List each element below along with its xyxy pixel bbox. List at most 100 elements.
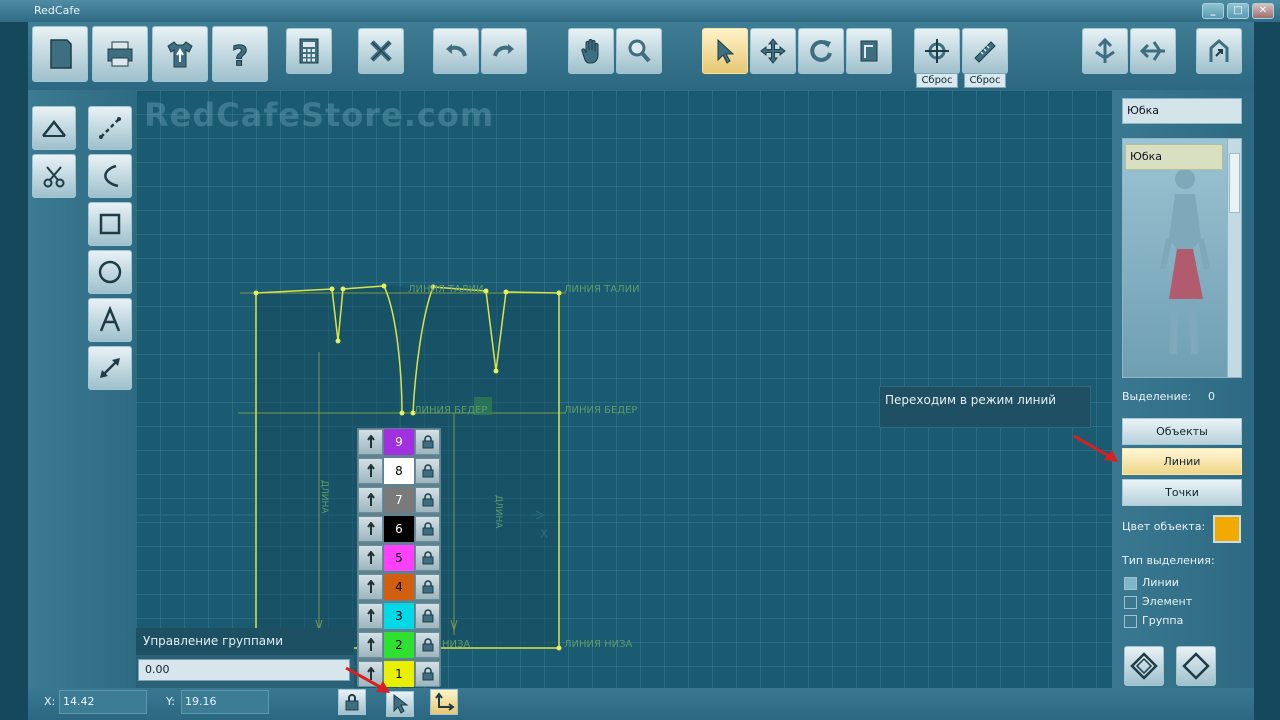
layer-lock-icon[interactable] — [415, 603, 440, 629]
corner-shape-icon — [860, 40, 878, 62]
text-tool-button[interactable] — [88, 298, 132, 342]
rotate-icon — [810, 39, 832, 62]
lines-mode-button[interactable]: Линии — [1122, 448, 1242, 475]
layer-lock-icon[interactable] — [415, 545, 440, 571]
rotate-tool-button[interactable] — [798, 28, 844, 74]
rectangle-tool-button[interactable] — [88, 202, 132, 246]
layer-number[interactable]: 8 — [384, 458, 414, 484]
reset-button-1[interactable]: Сброс — [916, 73, 958, 88]
object-name-field[interactable]: Юбка — [1122, 98, 1242, 124]
minimize-button[interactable]: _ — [1202, 3, 1224, 19]
layer-number[interactable]: 6 — [384, 516, 414, 542]
line-tool-button[interactable] — [88, 106, 132, 150]
layer-pin-icon[interactable] — [358, 603, 383, 629]
layer-row[interactable]: 7 — [357, 486, 441, 514]
pan-button[interactable] — [568, 28, 614, 74]
layer-number[interactable]: 5 — [384, 545, 414, 571]
layer-lock-icon[interactable] — [415, 429, 440, 455]
zoom-button[interactable] — [616, 28, 662, 74]
curve-tool-button[interactable] — [88, 154, 132, 198]
element-type-checkbox[interactable] — [1124, 596, 1137, 609]
layer-lock-icon[interactable] — [415, 661, 440, 687]
exit-button[interactable] — [1196, 28, 1242, 74]
undo-button[interactable] — [433, 28, 479, 74]
layer-row[interactable]: 2 — [357, 631, 441, 659]
layer-number[interactable]: 3 — [384, 603, 414, 629]
garment-button[interactable] — [152, 26, 208, 82]
maximize-button[interactable]: □ — [1227, 3, 1249, 19]
layer-lock-icon[interactable] — [415, 632, 440, 658]
mirror-tool-button[interactable] — [846, 28, 892, 74]
x-coordinate-value: 14.42 — [59, 690, 147, 714]
curve-icon — [104, 164, 119, 188]
object-list-item[interactable]: Юбка — [1125, 144, 1223, 170]
layer-lock-icon[interactable] — [415, 487, 440, 513]
layer-number[interactable]: 9 — [384, 429, 414, 455]
object-color-label: Цвет объекта: — [1122, 520, 1206, 533]
document-icon — [50, 39, 72, 69]
horizontal-axis-icon — [1139, 41, 1165, 61]
layer-row[interactable]: 3 — [357, 602, 441, 630]
layer-pin-icon[interactable] — [358, 574, 383, 600]
layer-row[interactable]: 4 — [357, 573, 441, 601]
node-transform-button[interactable] — [1124, 646, 1164, 686]
layer-pin-icon[interactable] — [358, 516, 383, 542]
delete-button[interactable] — [358, 28, 404, 74]
calculator-icon — [299, 38, 319, 64]
group-type-checkbox[interactable] — [1124, 615, 1137, 628]
dart-tool-button[interactable] — [32, 106, 76, 150]
print-button[interactable] — [92, 26, 148, 82]
snap-tool-button[interactable] — [914, 28, 960, 74]
layer-pin-icon[interactable] — [358, 545, 383, 571]
layer-row[interactable]: 5 — [357, 544, 441, 572]
dart-triangle-icon — [42, 119, 66, 137]
dimension-tool-button[interactable] — [88, 346, 132, 390]
measure-tool-button[interactable] — [962, 28, 1008, 74]
shirt-icon — [167, 41, 193, 68]
question-mark-icon: ? — [231, 39, 248, 73]
horizontal-symmetry-button[interactable] — [1130, 28, 1176, 74]
layer-number[interactable]: 4 — [384, 574, 414, 600]
layer-lock-icon[interactable] — [415, 458, 440, 484]
layer-pin-icon[interactable] — [358, 487, 383, 513]
layer-number[interactable]: 2 — [384, 632, 414, 658]
select-tool-button[interactable] — [702, 28, 748, 74]
right-length-label: ДЛИНА — [493, 495, 503, 529]
circle-tool-button[interactable] — [88, 250, 132, 294]
close-button[interactable]: ✕ — [1252, 3, 1274, 19]
dashed-line-icon — [99, 117, 121, 139]
layer-lock-icon[interactable] — [415, 516, 440, 542]
vertical-symmetry-button[interactable] — [1082, 28, 1128, 74]
rectangle-icon — [99, 213, 121, 235]
redo-button[interactable] — [481, 28, 527, 74]
calculator-button[interactable] — [286, 28, 332, 74]
group-value-input[interactable]: 0.00 — [138, 659, 350, 681]
scrollbar-thumb[interactable] — [1229, 153, 1240, 213]
window-title: RedCafe — [34, 4, 80, 17]
snap-origin-button[interactable] — [430, 689, 458, 715]
layer-row[interactable]: 6 — [357, 515, 441, 543]
layer-row[interactable]: 8 — [357, 457, 441, 485]
lines-type-checkbox[interactable] — [1124, 577, 1137, 590]
preview-scrollbar[interactable] — [1227, 139, 1241, 377]
letter-a-icon — [99, 306, 121, 332]
layer-number[interactable]: 7 — [384, 487, 414, 513]
points-mode-button[interactable]: Точки — [1122, 479, 1242, 506]
selection-label: Выделение: — [1122, 390, 1192, 403]
layer-pin-icon[interactable] — [358, 458, 383, 484]
new-document-button[interactable] — [32, 26, 88, 82]
reset-button-2[interactable]: Сброс — [964, 73, 1006, 88]
objects-mode-button[interactable]: Объекты — [1122, 418, 1242, 445]
diamond-nodes-icon — [1130, 652, 1158, 680]
object-color-swatch[interactable] — [1213, 515, 1241, 543]
waist-line-label: ЛИНИЯ ТАЛИИ — [564, 284, 640, 295]
layer-pin-icon[interactable] — [358, 429, 383, 455]
move-tool-button[interactable] — [750, 28, 796, 74]
cut-tool-button[interactable] — [32, 154, 76, 198]
outline-transform-button[interactable] — [1176, 646, 1216, 686]
move-arrows-icon — [760, 38, 786, 64]
help-button[interactable]: ? — [212, 26, 268, 82]
layer-pin-icon[interactable] — [358, 632, 383, 658]
layer-row[interactable]: 9 — [357, 428, 441, 456]
layer-lock-icon[interactable] — [415, 574, 440, 600]
